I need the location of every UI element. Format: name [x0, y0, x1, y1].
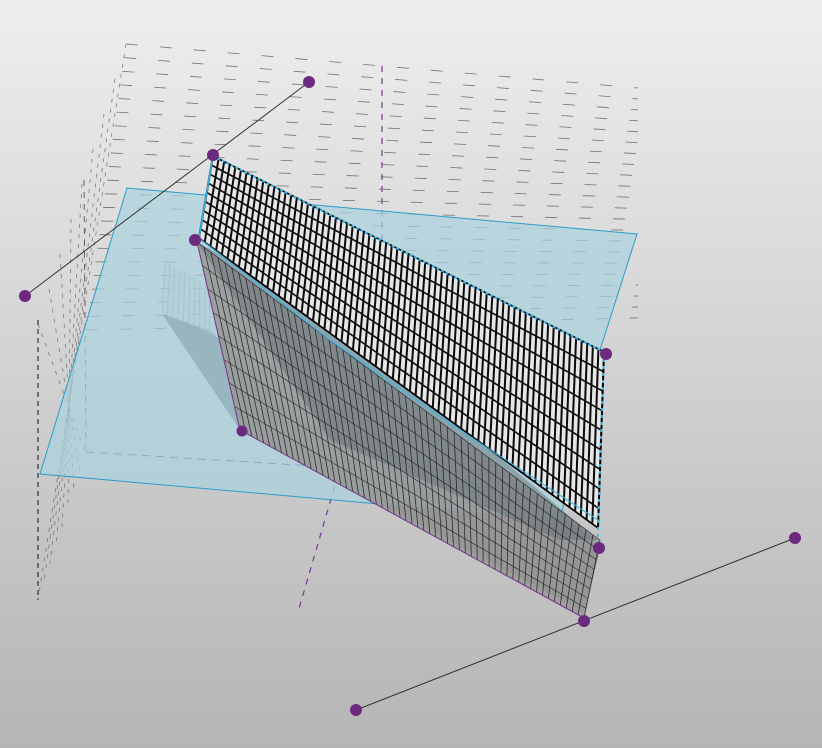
3d-viewport[interactable]	[0, 0, 822, 748]
control-handle-arm-left-end[interactable]	[19, 290, 31, 302]
control-handle-surface-top-left[interactable]	[207, 149, 219, 161]
3d-scene[interactable]	[0, 0, 822, 748]
control-handle-arm-bottom-end[interactable]	[350, 704, 362, 716]
control-handle-arm-right-end[interactable]	[789, 532, 801, 544]
control-handle-surface-mid-left[interactable]	[189, 234, 201, 246]
control-handle-surface-bottom-right[interactable]	[578, 615, 590, 627]
control-handle-surface-top-right[interactable]	[600, 348, 612, 360]
control-handle-surface-mid-right[interactable]	[593, 542, 605, 554]
control-handle-arm-top-end[interactable]	[303, 76, 315, 88]
control-handle-surface-bottom-left[interactable]	[236, 425, 248, 437]
